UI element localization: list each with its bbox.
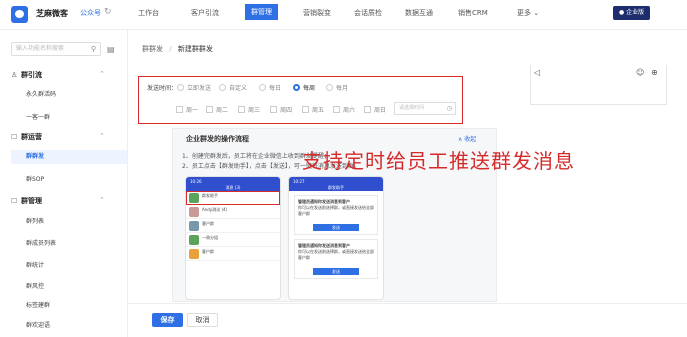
cancel-button[interactable]: 取消 (187, 313, 218, 327)
send-button-preview: 发送 (313, 224, 359, 231)
operations-icon: ☐ (11, 133, 18, 141)
sidebar-item-group-broadcast[interactable]: 群群发 (11, 150, 127, 164)
list-item: 群发助手 (186, 191, 280, 205)
checkbox-icon (176, 106, 183, 113)
switch-account-icon[interactable]: ↻ (104, 7, 112, 17)
radio-icon (259, 84, 266, 91)
send-button-preview: 发送 (313, 268, 359, 275)
annotation-text: 支持定时给员工推送群发消息 (302, 149, 575, 173)
avatar (189, 221, 199, 231)
breadcrumb-parent[interactable]: 群群发 (142, 45, 163, 53)
avatar (189, 249, 199, 259)
checkbox-wednesday[interactable]: 周三 (238, 105, 260, 114)
checkbox-saturday[interactable]: 周六 (333, 105, 355, 114)
nav-more[interactable]: 更多 ⌄ (517, 8, 539, 18)
nav-customer-acquisition[interactable]: 客户引流 (191, 8, 219, 18)
checkbox-icon (364, 106, 371, 113)
radio-monthly[interactable]: 每月 (326, 83, 348, 92)
guide-title: 企业群发的操作流程 (186, 135, 249, 143)
chevron-up-icon[interactable]: ⌃ (99, 70, 105, 78)
enterprise-button[interactable]: ● 企业版 (613, 6, 651, 20)
avatar (189, 207, 199, 217)
checkbox-sunday[interactable]: 周日 (364, 105, 386, 114)
sidebar: 输入功能名称搜索 ⚲ ▤ ♙ 群引流 ⌃ 永久群活码 一客一群 ☐ 群运营 ⌃ 群群… (0, 30, 128, 337)
sidebar-item-group-risk[interactable]: 群风控 (26, 281, 44, 290)
checkbox-monday[interactable]: 周一 (176, 105, 198, 114)
checkbox-friday[interactable]: 周五 (302, 105, 324, 114)
account-type-label[interactable]: 公众号 (80, 8, 101, 18)
nav-group-management[interactable]: 群管理 (245, 4, 278, 20)
nav-session-audit[interactable]: 会话质检 (354, 8, 382, 18)
radio-weekly[interactable]: 每周 (293, 83, 315, 92)
notification-card: 管理员通知你发送消息到客户 你可以在发送前选择群，或直接发送给全部客户群 发送 (294, 195, 378, 235)
radio-send-now[interactable]: 立即发送 (177, 83, 211, 92)
section-group-acquisition[interactable]: ♙ 群引流 (11, 70, 42, 80)
nav-data-sync[interactable]: 数据互通 (405, 8, 433, 18)
radio-icon (326, 84, 333, 91)
sidebar-item-tag-group[interactable]: 标签建群 (26, 300, 50, 309)
checkbox-icon (206, 106, 213, 113)
plus-circle-icon[interactable]: ⊕ (651, 68, 658, 77)
management-icon: ☐ (11, 197, 18, 205)
checkbox-icon (302, 106, 309, 113)
radio-icon (177, 84, 184, 91)
acquisition-icon: ♙ (11, 71, 18, 79)
checkbox-icon (333, 106, 340, 113)
time-placeholder: 请选择时间 (399, 105, 425, 111)
sidebar-item-group-stats[interactable]: 群统计 (26, 260, 44, 269)
brand-name: 芝麻微客 (36, 9, 68, 18)
radio-custom[interactable]: 自定义 (219, 83, 247, 92)
search-icon[interactable]: ⚲ (91, 43, 96, 55)
breadcrumb: 群群发 / 新建群群发 (142, 44, 213, 54)
logo-icon (11, 6, 28, 23)
nav-sales-crm[interactable]: 销售CRM (458, 8, 488, 18)
section-group-operations[interactable]: ☐ 群运营 (11, 132, 42, 142)
checkbox-tuesday[interactable]: 周二 (206, 105, 228, 114)
sidebar-action-icon[interactable]: ▤ (107, 45, 115, 54)
nav-workbench[interactable]: 工作台 (138, 8, 159, 18)
sidebar-item-group-sop[interactable]: 群SOP (26, 174, 44, 183)
save-button[interactable]: 保存 (152, 313, 183, 327)
checkbox-icon (238, 106, 245, 113)
sidebar-item-one-customer-group[interactable]: 一客一群 (26, 112, 50, 121)
time-picker-input[interactable]: 请选择时间 ◷ (394, 102, 456, 115)
list-item: 一周分组 (186, 233, 280, 247)
search-placeholder: 输入功能名称搜索 (16, 45, 65, 52)
send-time-label: 发送时间： (147, 85, 178, 92)
checkbox-thursday[interactable]: 周四 (270, 105, 292, 114)
sidebar-item-group-list[interactable]: 群列表 (26, 216, 44, 225)
sidebar-item-member-list[interactable]: 群成员列表 (26, 238, 56, 247)
search-input[interactable]: 输入功能名称搜索 ⚲ (11, 42, 101, 56)
chevron-up-icon[interactable]: ⌃ (99, 132, 105, 140)
breadcrumb-current: 新建群群发 (177, 45, 213, 53)
radio-selected-icon (293, 84, 300, 91)
phone-header: 10:26 消息 (3) (186, 177, 280, 191)
sidebar-item-permanent-qr[interactable]: 永久群活码 (26, 89, 56, 98)
sidebar-item-welcome-message[interactable]: 群欢迎语 (26, 320, 50, 329)
nav-marketing[interactable]: 营销裂变 (303, 8, 331, 18)
section-group-management[interactable]: ☐ 群管理 (11, 196, 42, 206)
clock-icon: ◷ (446, 105, 452, 112)
list-item: Andy测试 (4) (186, 205, 280, 219)
phone-screenshot-messages: 10:26 消息 (3) 群发助手 Andy测试 (4) 客户群 一周分组 客户… (185, 176, 281, 300)
radio-daily[interactable]: 每日 (259, 83, 281, 92)
back-circle-icon[interactable]: ◁ (534, 68, 540, 77)
avatar (189, 193, 199, 203)
avatar (189, 235, 199, 245)
list-item: 客户群 (186, 219, 280, 233)
collapse-link[interactable]: ∧ 收起 (458, 134, 476, 143)
list-item: 客户群 (186, 247, 280, 261)
chevron-up-icon[interactable]: ⌃ (99, 196, 105, 204)
phone-screenshot-assistant: 10:27 群发助手 管理员通知你发送消息到客户 你可以在发送前选择群，或直接发… (288, 176, 384, 300)
enterprise-icon: ● (619, 9, 625, 16)
message-preview (530, 65, 667, 105)
phone-header: 10:27 群发助手 (289, 177, 383, 191)
top-bar: 芝麻微客 公众号 ↻ 工作台 客户引流 群管理 营销裂变 会话质检 数据互通 销… (0, 0, 687, 30)
breadcrumb-separator: / (169, 45, 172, 53)
enterprise-label: 企业版 (626, 9, 645, 16)
checkbox-icon (270, 106, 277, 113)
notification-card: 管理员通知你发送消息到客户 你可以在发送前选择群，或直接发送给全部客户群 发送 (294, 239, 378, 279)
smile-icon[interactable]: ☺ (636, 68, 644, 77)
radio-icon (219, 84, 226, 91)
